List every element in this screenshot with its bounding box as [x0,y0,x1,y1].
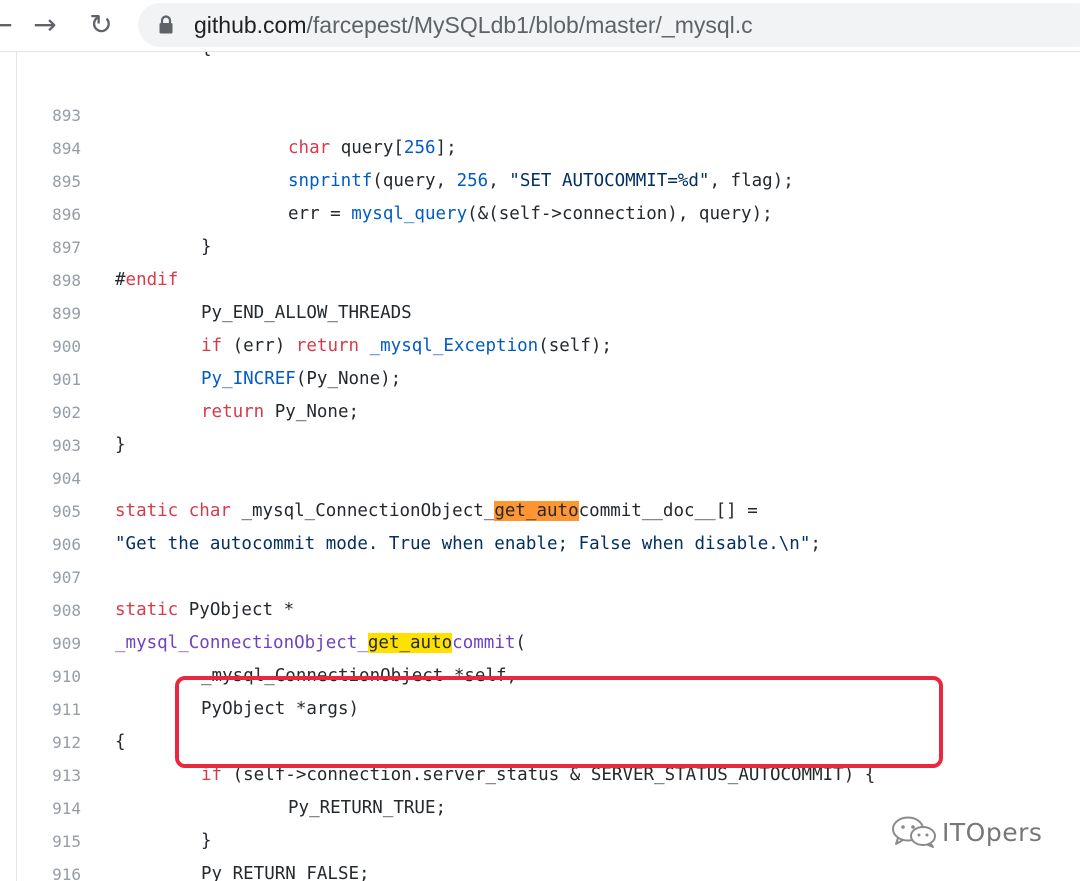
code-line: 910 PyObject *args) [17,627,1080,719]
annotation-highlight-box [175,676,943,768]
code-line: 905 "Get the autocommit mode. True when … [17,462,1080,554]
url-path: /farcepest/MySQLdb1/blob/master/_mysql.c [306,12,753,38]
arrow-forward-icon: → [33,8,57,41]
browser-toolbar: ← → ↻ github.com/farcepest/MySQLdb1/blob… [0,0,1080,52]
code-line: 896 } [17,165,1080,257]
code-line: 897 #endif [17,198,1080,290]
reload-icon: ↻ [89,8,113,41]
code-line: 908 _mysql_ConnectionObject_get_autocomm… [17,561,1080,653]
code-line: 893 char query[256]; [17,66,1080,158]
back-button[interactable]: ← [0,8,18,42]
watermark: ITOpers [890,812,1060,852]
code-line: 917 [17,858,1080,881]
arrow-back-icon: ← [0,8,13,41]
address-bar[interactable]: github.com/farcepest/MySQLdb1/blob/maste… [138,3,1080,47]
partial-brace: { [201,52,212,58]
code-line: 895 err = mysql_query(&(self->connection… [17,132,1080,224]
code-line: 903 [17,396,1080,455]
code-line: 899 if (err) return _mysql_Exception(sel… [17,264,1080,356]
code-line: 906 [17,495,1080,554]
code-line: 909 _mysql_ConnectionObject *self, [17,594,1080,686]
code-line: 898 Py_END_ALLOW_THREADS [17,231,1080,323]
code-line: 901 return Py_None; [17,330,1080,422]
url-text[interactable]: github.com/farcepest/MySQLdb1/blob/maste… [194,12,753,38]
url-host: github.com [194,12,307,38]
lock-icon [159,15,173,34]
reload-button[interactable]: ↻ [84,8,118,42]
code-line: 907 static PyObject * [17,528,1080,620]
code-line: 902 } [17,363,1080,455]
wechat-icon [892,816,936,848]
code-line: 894 snprintf(query, 256, "SET AUTOCOMMIT… [17,99,1080,191]
code-line: 904 static char _mysql_ConnectionObject_… [17,429,1080,521]
forward-button[interactable]: → [28,8,62,42]
code-view: { 893 char query[256]; 894 snprintf(quer… [16,52,1080,881]
code-line: 900 Py_INCREF(Py_None); [17,297,1080,389]
watermark-text: ITOpers [942,817,1043,847]
